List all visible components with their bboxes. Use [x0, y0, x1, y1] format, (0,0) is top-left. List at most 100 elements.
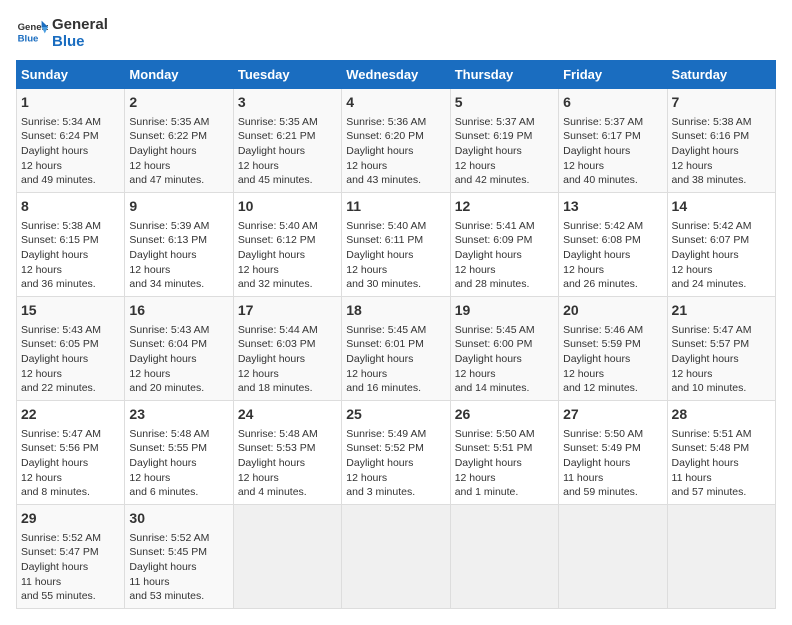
- day-number: 26: [455, 405, 554, 425]
- logo-icon: General Blue: [16, 19, 48, 47]
- calendar-cell: 24Sunrise: 5:48 AMSunset: 5:53 PMDayligh…: [233, 401, 341, 505]
- day-number: 12: [455, 197, 554, 217]
- header-monday: Monday: [125, 61, 233, 89]
- calendar-cell: 18Sunrise: 5:45 AMSunset: 6:01 PMDayligh…: [342, 297, 450, 401]
- calendar-cell: [559, 505, 667, 609]
- calendar-cell: 28Sunrise: 5:51 AMSunset: 5:48 PMDayligh…: [667, 401, 775, 505]
- day-number: 4: [346, 93, 445, 113]
- day-number: 15: [21, 301, 120, 321]
- day-number: 5: [455, 93, 554, 113]
- calendar-cell: 9Sunrise: 5:39 AMSunset: 6:13 PMDaylight…: [125, 193, 233, 297]
- day-details: Sunrise: 5:39 AMSunset: 6:13 PMDaylight …: [129, 219, 228, 292]
- page-header: General Blue General Blue: [16, 16, 776, 50]
- calendar-cell: 1Sunrise: 5:34 AMSunset: 6:24 PMDaylight…: [17, 89, 125, 193]
- day-details: Sunrise: 5:35 AMSunset: 6:21 PMDaylight …: [238, 115, 337, 188]
- day-number: 23: [129, 405, 228, 425]
- calendar-cell: 2Sunrise: 5:35 AMSunset: 6:22 PMDaylight…: [125, 89, 233, 193]
- header-tuesday: Tuesday: [233, 61, 341, 89]
- day-details: Sunrise: 5:52 AMSunset: 5:47 PMDaylight …: [21, 531, 120, 604]
- day-number: 13: [563, 197, 662, 217]
- day-number: 29: [21, 509, 120, 529]
- day-details: Sunrise: 5:35 AMSunset: 6:22 PMDaylight …: [129, 115, 228, 188]
- day-number: 7: [672, 93, 771, 113]
- day-number: 10: [238, 197, 337, 217]
- calendar-cell: 4Sunrise: 5:36 AMSunset: 6:20 PMDaylight…: [342, 89, 450, 193]
- calendar-cell: 19Sunrise: 5:45 AMSunset: 6:00 PMDayligh…: [450, 297, 558, 401]
- header-thursday: Thursday: [450, 61, 558, 89]
- day-number: 21: [672, 301, 771, 321]
- calendar-cell: 17Sunrise: 5:44 AMSunset: 6:03 PMDayligh…: [233, 297, 341, 401]
- day-details: Sunrise: 5:45 AMSunset: 6:00 PMDaylight …: [455, 323, 554, 396]
- day-details: Sunrise: 5:46 AMSunset: 5:59 PMDaylight …: [563, 323, 662, 396]
- day-details: Sunrise: 5:47 AMSunset: 5:57 PMDaylight …: [672, 323, 771, 396]
- calendar-cell: 8Sunrise: 5:38 AMSunset: 6:15 PMDaylight…: [17, 193, 125, 297]
- day-number: 30: [129, 509, 228, 529]
- day-number: 25: [346, 405, 445, 425]
- calendar-cell: 29Sunrise: 5:52 AMSunset: 5:47 PMDayligh…: [17, 505, 125, 609]
- calendar-cell: 10Sunrise: 5:40 AMSunset: 6:12 PMDayligh…: [233, 193, 341, 297]
- day-details: Sunrise: 5:36 AMSunset: 6:20 PMDaylight …: [346, 115, 445, 188]
- calendar-row-1: 8Sunrise: 5:38 AMSunset: 6:15 PMDaylight…: [17, 193, 776, 297]
- day-details: Sunrise: 5:40 AMSunset: 6:11 PMDaylight …: [346, 219, 445, 292]
- calendar-cell: 21Sunrise: 5:47 AMSunset: 5:57 PMDayligh…: [667, 297, 775, 401]
- calendar-cell: [667, 505, 775, 609]
- day-details: Sunrise: 5:43 AMSunset: 6:05 PMDaylight …: [21, 323, 120, 396]
- calendar-row-0: 1Sunrise: 5:34 AMSunset: 6:24 PMDaylight…: [17, 89, 776, 193]
- day-number: 22: [21, 405, 120, 425]
- day-details: Sunrise: 5:47 AMSunset: 5:56 PMDaylight …: [21, 427, 120, 500]
- logo-general: General: [52, 16, 108, 33]
- day-details: Sunrise: 5:37 AMSunset: 6:17 PMDaylight …: [563, 115, 662, 188]
- day-number: 3: [238, 93, 337, 113]
- day-details: Sunrise: 5:49 AMSunset: 5:52 PMDaylight …: [346, 427, 445, 500]
- header-friday: Friday: [559, 61, 667, 89]
- calendar-cell: 23Sunrise: 5:48 AMSunset: 5:55 PMDayligh…: [125, 401, 233, 505]
- day-number: 6: [563, 93, 662, 113]
- day-number: 19: [455, 301, 554, 321]
- day-number: 16: [129, 301, 228, 321]
- header-wednesday: Wednesday: [342, 61, 450, 89]
- calendar-cell: 30Sunrise: 5:52 AMSunset: 5:45 PMDayligh…: [125, 505, 233, 609]
- day-details: Sunrise: 5:38 AMSunset: 6:16 PMDaylight …: [672, 115, 771, 188]
- day-number: 20: [563, 301, 662, 321]
- calendar-cell: 11Sunrise: 5:40 AMSunset: 6:11 PMDayligh…: [342, 193, 450, 297]
- day-details: Sunrise: 5:42 AMSunset: 6:08 PMDaylight …: [563, 219, 662, 292]
- calendar-cell: [233, 505, 341, 609]
- day-details: Sunrise: 5:48 AMSunset: 5:53 PMDaylight …: [238, 427, 337, 500]
- calendar-cell: 14Sunrise: 5:42 AMSunset: 6:07 PMDayligh…: [667, 193, 775, 297]
- day-details: Sunrise: 5:50 AMSunset: 5:49 PMDaylight …: [563, 427, 662, 500]
- day-details: Sunrise: 5:42 AMSunset: 6:07 PMDaylight …: [672, 219, 771, 292]
- calendar-cell: 27Sunrise: 5:50 AMSunset: 5:49 PMDayligh…: [559, 401, 667, 505]
- day-number: 1: [21, 93, 120, 113]
- day-details: Sunrise: 5:43 AMSunset: 6:04 PMDaylight …: [129, 323, 228, 396]
- day-details: Sunrise: 5:50 AMSunset: 5:51 PMDaylight …: [455, 427, 554, 500]
- calendar-cell: 12Sunrise: 5:41 AMSunset: 6:09 PMDayligh…: [450, 193, 558, 297]
- calendar-row-2: 15Sunrise: 5:43 AMSunset: 6:05 PMDayligh…: [17, 297, 776, 401]
- calendar-row-3: 22Sunrise: 5:47 AMSunset: 5:56 PMDayligh…: [17, 401, 776, 505]
- day-details: Sunrise: 5:41 AMSunset: 6:09 PMDaylight …: [455, 219, 554, 292]
- calendar-cell: 20Sunrise: 5:46 AMSunset: 5:59 PMDayligh…: [559, 297, 667, 401]
- logo-blue: Blue: [52, 33, 108, 50]
- day-details: Sunrise: 5:48 AMSunset: 5:55 PMDaylight …: [129, 427, 228, 500]
- day-details: Sunrise: 5:51 AMSunset: 5:48 PMDaylight …: [672, 427, 771, 500]
- calendar-cell: 13Sunrise: 5:42 AMSunset: 6:08 PMDayligh…: [559, 193, 667, 297]
- calendar-cell: 5Sunrise: 5:37 AMSunset: 6:19 PMDaylight…: [450, 89, 558, 193]
- calendar-cell: 22Sunrise: 5:47 AMSunset: 5:56 PMDayligh…: [17, 401, 125, 505]
- day-number: 14: [672, 197, 771, 217]
- day-details: Sunrise: 5:40 AMSunset: 6:12 PMDaylight …: [238, 219, 337, 292]
- day-number: 18: [346, 301, 445, 321]
- day-number: 9: [129, 197, 228, 217]
- day-number: 17: [238, 301, 337, 321]
- calendar-cell: 26Sunrise: 5:50 AMSunset: 5:51 PMDayligh…: [450, 401, 558, 505]
- calendar-row-4: 29Sunrise: 5:52 AMSunset: 5:47 PMDayligh…: [17, 505, 776, 609]
- day-number: 28: [672, 405, 771, 425]
- logo: General Blue General Blue: [16, 16, 108, 50]
- calendar-cell: 6Sunrise: 5:37 AMSunset: 6:17 PMDaylight…: [559, 89, 667, 193]
- day-details: Sunrise: 5:52 AMSunset: 5:45 PMDaylight …: [129, 531, 228, 604]
- svg-text:Blue: Blue: [18, 33, 39, 44]
- day-details: Sunrise: 5:44 AMSunset: 6:03 PMDaylight …: [238, 323, 337, 396]
- day-number: 24: [238, 405, 337, 425]
- day-number: 8: [21, 197, 120, 217]
- day-details: Sunrise: 5:38 AMSunset: 6:15 PMDaylight …: [21, 219, 120, 292]
- calendar-header-row: Sunday Monday Tuesday Wednesday Thursday…: [17, 61, 776, 89]
- calendar-table: Sunday Monday Tuesday Wednesday Thursday…: [16, 60, 776, 609]
